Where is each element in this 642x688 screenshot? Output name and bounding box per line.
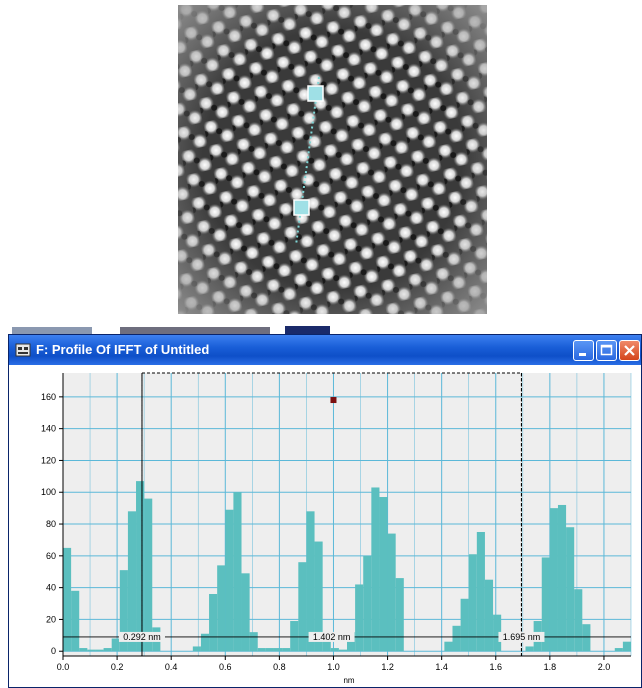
x-tick-label: 1.2 [381, 662, 394, 672]
ifft-lattice-image [178, 5, 487, 314]
profile-bar [298, 562, 307, 652]
app-window-icon [15, 343, 31, 357]
maximize-button[interactable] [596, 340, 617, 361]
measurement-label: 0.292 nm [123, 632, 161, 642]
profile-bar [614, 648, 623, 652]
profile-bar [103, 648, 112, 652]
measurement-label: 1.695 nm [503, 632, 541, 642]
profile-bar [127, 511, 137, 652]
x-tick-label: 1.8 [544, 662, 557, 672]
y-tick-label: 140 [41, 424, 56, 434]
selection-marker[interactable] [330, 397, 337, 404]
y-tick-label: 20 [46, 614, 56, 624]
profile-bar [574, 589, 583, 652]
y-tick-label: 120 [41, 455, 56, 465]
profile-handle-top[interactable] [307, 85, 324, 102]
profile-bar [87, 649, 96, 652]
y-tick-label: 100 [41, 487, 56, 497]
profile-bar [200, 633, 210, 652]
profile-bar [387, 533, 396, 652]
close-button[interactable] [619, 340, 640, 361]
profile-bar [209, 593, 218, 652]
profile-bar [566, 527, 575, 652]
profile-bar [549, 508, 558, 652]
profile-bar [306, 511, 315, 652]
profile-window: F: Profile Of IFFT of Untitled 0.292 nm 1… [8, 334, 642, 688]
profile-bar [330, 648, 339, 652]
profile-bar [525, 646, 534, 652]
measurement-label: 1.402 nm [313, 632, 351, 642]
profile-bar [136, 481, 145, 652]
window-title: F: Profile Of IFFT of Untitled [36, 342, 210, 357]
minimize-button[interactable] [573, 340, 594, 361]
profile-bar [460, 598, 469, 652]
profile-bar [217, 565, 226, 652]
profile-bar [111, 638, 120, 652]
x-tick-label: 1.4 [435, 662, 448, 672]
profile-bar [622, 641, 631, 652]
profile-bar [79, 648, 88, 652]
profile-bar [241, 573, 250, 652]
profile-bar [249, 632, 258, 652]
profile-bar [95, 649, 104, 652]
profile-chart[interactable]: 0.292 nm 1.402 nm 1.695 nm 0 20 40 60 80 100 120 1… [9, 365, 641, 687]
profile-bar [355, 584, 364, 652]
profile-bar [257, 648, 266, 652]
profile-bar [273, 648, 283, 652]
background-window-strip [0, 325, 642, 334]
y-tick-label: 0 [51, 646, 56, 656]
x-tick-label: 0.8 [273, 662, 286, 672]
x-tick-label: 0.2 [111, 662, 124, 672]
x-tick-label: 1.0 [327, 662, 340, 672]
profile-bar [282, 648, 291, 652]
profile-bar [379, 497, 388, 652]
x-tick-label: 0.6 [219, 662, 232, 672]
profile-bar [63, 547, 72, 652]
x-tick-label: 0.0 [57, 662, 70, 672]
y-tick-label: 40 [46, 583, 56, 593]
profile-bar [144, 498, 153, 652]
profile-bar [71, 590, 80, 652]
profile-bar [290, 621, 299, 652]
profile-bar [476, 531, 485, 652]
minimize-icon [579, 353, 586, 356]
profile-bar [557, 504, 567, 652]
window-titlebar[interactable]: F: Profile Of IFFT of Untitled [9, 335, 641, 365]
y-tick-label: 60 [46, 551, 56, 561]
profile-bar [582, 624, 591, 652]
profile-bar [452, 625, 461, 652]
profile-bar [371, 487, 380, 652]
profile-bar [338, 649, 347, 652]
profile-bar [484, 579, 494, 652]
x-tick-label: 2.0 [598, 662, 611, 672]
profile-bar [395, 578, 404, 652]
profile-bar [233, 492, 242, 652]
x-tick-label: 0.4 [165, 662, 178, 672]
y-tick-label: 160 [41, 392, 56, 402]
x-tick-label: 1.6 [490, 662, 503, 672]
maximize-icon [600, 344, 613, 356]
profile-bar [225, 509, 234, 652]
profile-bar [192, 646, 201, 652]
y-tick-label: 80 [46, 519, 56, 529]
profile-bar [444, 641, 453, 652]
x-axis-label: nm [343, 676, 354, 685]
close-icon [624, 345, 635, 356]
profile-bar [265, 648, 274, 652]
profile-plot-area[interactable]: 0.292 nm 1.402 nm 1.695 nm 0 20 40 60 80 100 120 1… [9, 365, 641, 687]
profile-handle-bottom[interactable] [293, 199, 310, 216]
